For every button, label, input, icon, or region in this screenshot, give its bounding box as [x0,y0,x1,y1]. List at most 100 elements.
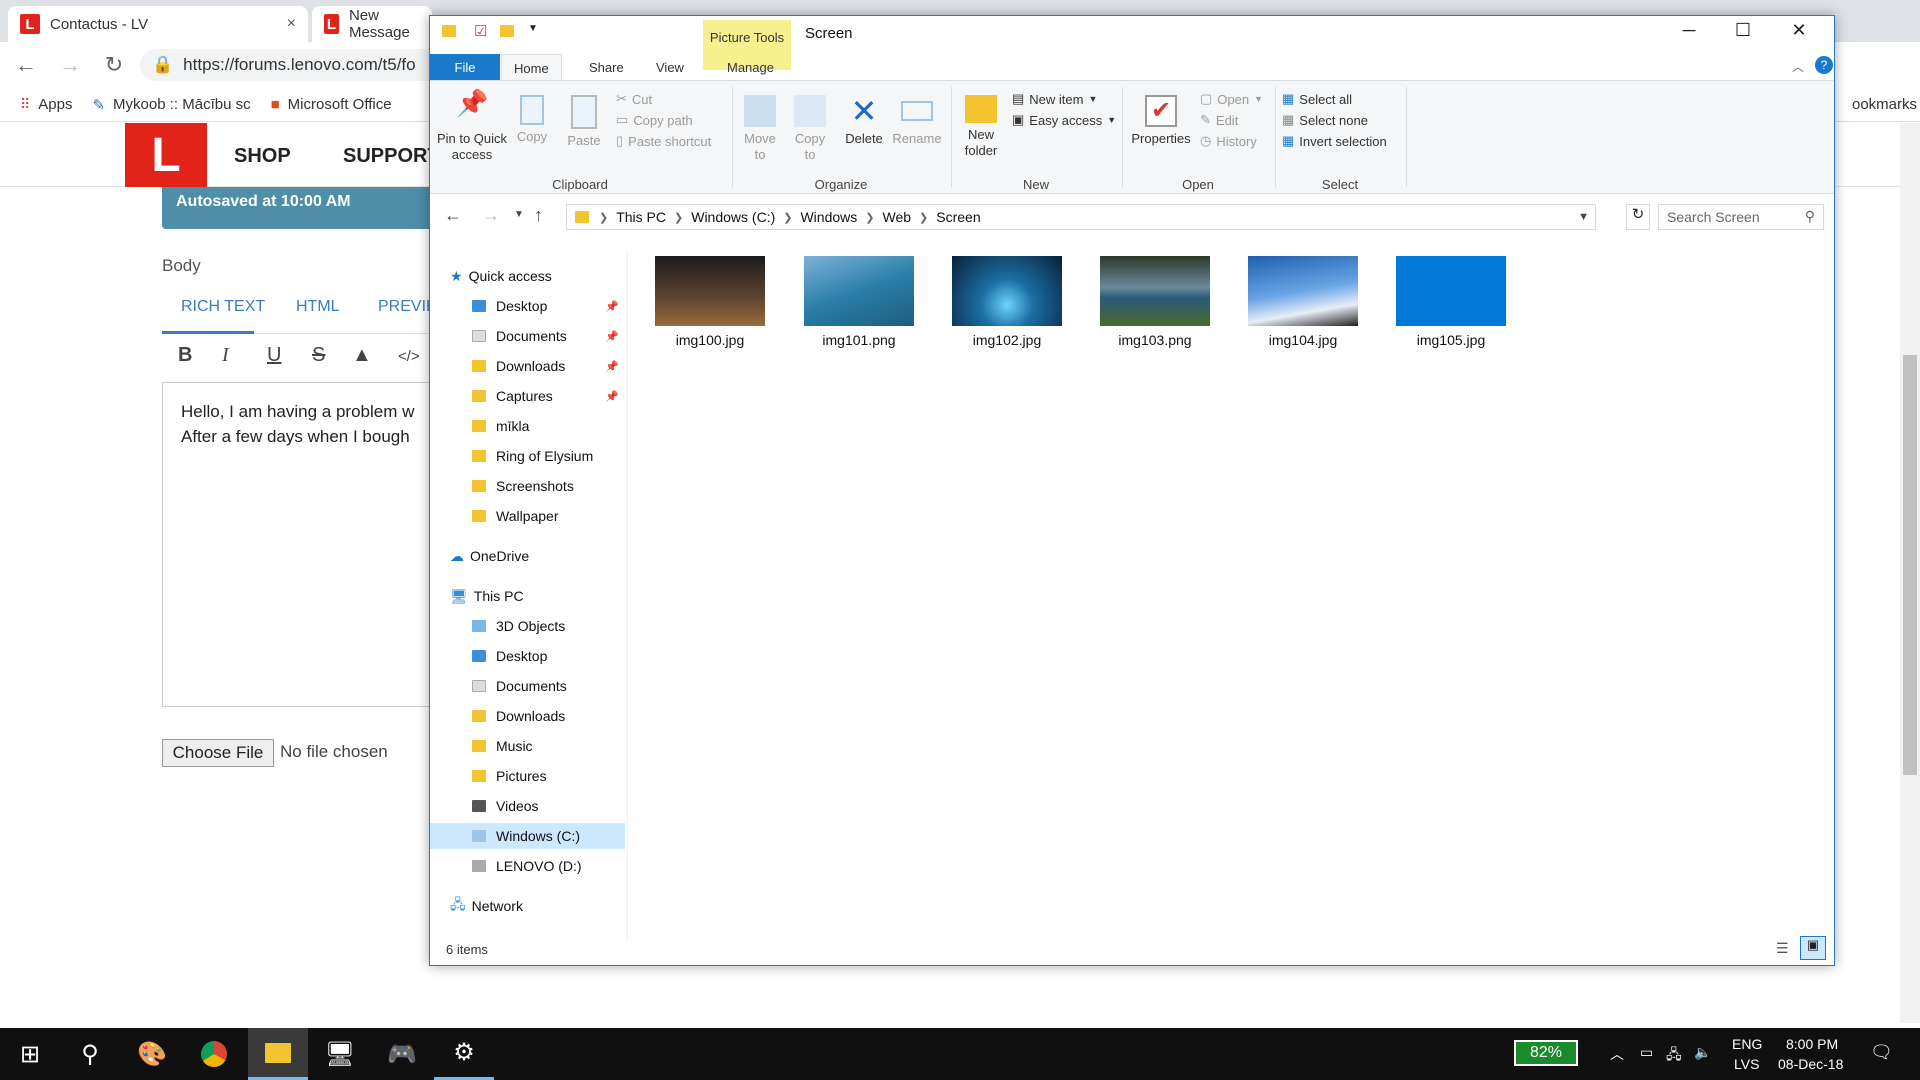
nav-pictures[interactable]: Pictures [430,763,625,789]
underline-button[interactable]: U [267,344,281,367]
cut-button[interactable]: ✂ Cut [616,91,652,107]
nav-qa-downloads[interactable]: Downloads 📌 [430,353,625,379]
browser-tab-contactus[interactable]: L Contactus - LV × [8,6,308,42]
file-thumbnail[interactable] [952,256,1062,326]
recent-locations-icon[interactable]: ▼ [514,209,524,220]
nav-onedrive[interactable]: ☁ OneDrive [430,543,625,569]
clock-date[interactable]: 08-Dec-18 [1778,1056,1843,1072]
file-explorer-icon[interactable] [248,1028,308,1080]
nav-3d-objects[interactable]: 3D Objects [430,613,625,639]
select-none-button[interactable]: ▦ Select none [1282,112,1368,128]
nav-support[interactable]: SUPPORT [343,145,440,168]
up-arrow-icon[interactable]: ↑ [534,205,543,226]
minimize-icon[interactable]: ─ [1666,20,1712,46]
new-folder-button[interactable]: New folder [956,95,1006,159]
clock-time[interactable]: 8:00 PM [1786,1036,1838,1052]
file-name[interactable]: img105.jpg [1386,332,1516,348]
pin-quick-access-button[interactable]: 📌 Pin to Quick access [436,90,508,163]
other-bookmarks[interactable]: ookmarks [1852,96,1917,113]
lang-secondary[interactable]: LVS [1734,1056,1759,1072]
paste-button[interactable]: Paste [562,95,606,149]
choose-file-button[interactable]: Choose File [162,739,274,767]
close-icon[interactable]: ✕ [1776,20,1822,46]
nav-documents[interactable]: Documents [430,673,625,699]
code-icon[interactable]: </> [398,348,420,365]
nav-network[interactable]: 🖧 Network [430,893,625,919]
details-view-icon[interactable]: ☰ [1776,940,1789,957]
close-tab-icon[interactable]: × [287,15,296,33]
tab-file[interactable]: File [430,54,500,80]
title-bar[interactable]: ☑ ▼ [430,16,1834,48]
lenovo-logo[interactable]: L [125,123,207,187]
file-name[interactable]: img100.jpg [645,332,775,348]
tab-home[interactable]: Home [501,54,562,80]
paste-shortcut-button[interactable]: ▯ Paste shortcut [616,133,711,149]
move-to-button[interactable]: Move to [738,95,782,163]
page-scrollbar-thumb[interactable] [1903,355,1917,775]
back-icon[interactable]: ← [8,47,44,83]
address-box[interactable]: ❯ This PC ❯ Windows (C:) ❯ Windows ❯ Web… [566,204,1596,230]
new-folder-quick-icon[interactable] [500,24,524,40]
file-thumbnail[interactable] [1248,256,1358,326]
crumb-this-pc[interactable]: This PC [616,209,666,225]
edit-button[interactable]: ✎ Edit [1200,112,1238,128]
history-button[interactable]: ◷ History [1200,133,1257,149]
refresh-icon[interactable]: ↻ [1626,204,1650,230]
lang-primary[interactable]: ENG [1732,1036,1762,1052]
crumb-windows[interactable]: Windows [800,209,857,225]
file-name[interactable]: img103.png [1090,332,1220,348]
nav-qa-wallpaper[interactable]: Wallpaper [430,503,625,529]
tab-view[interactable]: View [644,54,696,80]
bookmark-apps[interactable]: ⠿ Apps [20,96,72,113]
tab-share[interactable]: Share [577,54,636,80]
copy-to-button[interactable]: Copy to [788,95,832,163]
copy-path-button[interactable]: ▭ Copy path [616,112,693,128]
file-thumbnail[interactable] [804,256,914,326]
tab-html[interactable]: HTML [296,298,340,316]
forward-icon[interactable]: → [52,47,88,83]
collapse-ribbon-icon[interactable]: ︿ [1792,58,1804,75]
battery-icon[interactable]: ▭ [1640,1044,1653,1061]
file-name[interactable]: img102.jpg [942,332,1072,348]
nav-lenovo-d[interactable]: LENOVO (D:) [430,853,625,879]
forward-arrow-icon[interactable]: → [482,205,500,226]
volume-icon[interactable]: 🔈 [1694,1044,1711,1061]
easy-access-button[interactable]: ▣ Easy access ▼ [1012,112,1116,128]
maximize-icon[interactable]: ☐ [1720,20,1766,46]
warning-icon[interactable]: ▲ [352,344,372,367]
properties-button[interactable]: ✔ Properties [1128,95,1194,147]
network-icon[interactable]: 🖧 [1666,1044,1682,1068]
nav-this-pc[interactable]: 🖥 This PC [430,583,625,609]
properties-check-icon[interactable]: ☑ [474,22,487,40]
nav-windows-c[interactable]: Windows (C:) [430,823,625,849]
reload-icon[interactable]: ↻ [96,47,132,83]
delete-button[interactable]: ✕ Delete [840,95,888,147]
crumb-windows-c[interactable]: Windows (C:) [691,209,775,225]
nav-shop[interactable]: SHOP [234,145,291,168]
bookmark-mykoob[interactable]: ✎ Mykoob :: Mācību sc [92,96,250,114]
select-all-button[interactable]: ▦ Select all [1282,91,1352,107]
discord-icon[interactable]: 🎮 [372,1028,432,1080]
paint-app-icon[interactable]: 🎨 [122,1028,182,1080]
chrome-icon[interactable] [184,1028,244,1080]
open-button[interactable]: ▢ Open ▼ [1200,91,1263,107]
search-input[interactable]: Search Screen ⚲ [1658,204,1824,230]
nav-qa-captures[interactable]: Captures 📌 [430,383,625,409]
remote-desktop-icon[interactable]: 🖥 [310,1028,370,1080]
nav-quick-access[interactable]: ★ Quick access [430,263,625,289]
nav-qa-mikla[interactable]: mīkla [430,413,625,439]
nav-qa-desktop[interactable]: Desktop 📌 [430,293,625,319]
file-name[interactable]: img101.png [794,332,924,348]
help-icon[interactable]: ? [1815,56,1833,74]
copy-button[interactable]: Copy [510,95,554,145]
browser-tab-new-message[interactable]: L New Message [312,6,432,42]
invert-selection-button[interactable]: ▦ Invert selection [1282,133,1387,149]
crumb-screen[interactable]: Screen [936,209,980,225]
windows-start-icon[interactable]: ⊞ [0,1028,60,1080]
nav-qa-screenshots[interactable]: Screenshots [430,473,625,499]
file-name[interactable]: img104.jpg [1238,332,1368,348]
large-icons-view-icon[interactable]: ▣ [1800,936,1826,960]
chevron-up-icon[interactable]: ︿ [1610,1044,1624,1064]
strikethrough-button[interactable]: S [312,344,325,367]
battery-percent[interactable]: 82% [1514,1040,1578,1066]
